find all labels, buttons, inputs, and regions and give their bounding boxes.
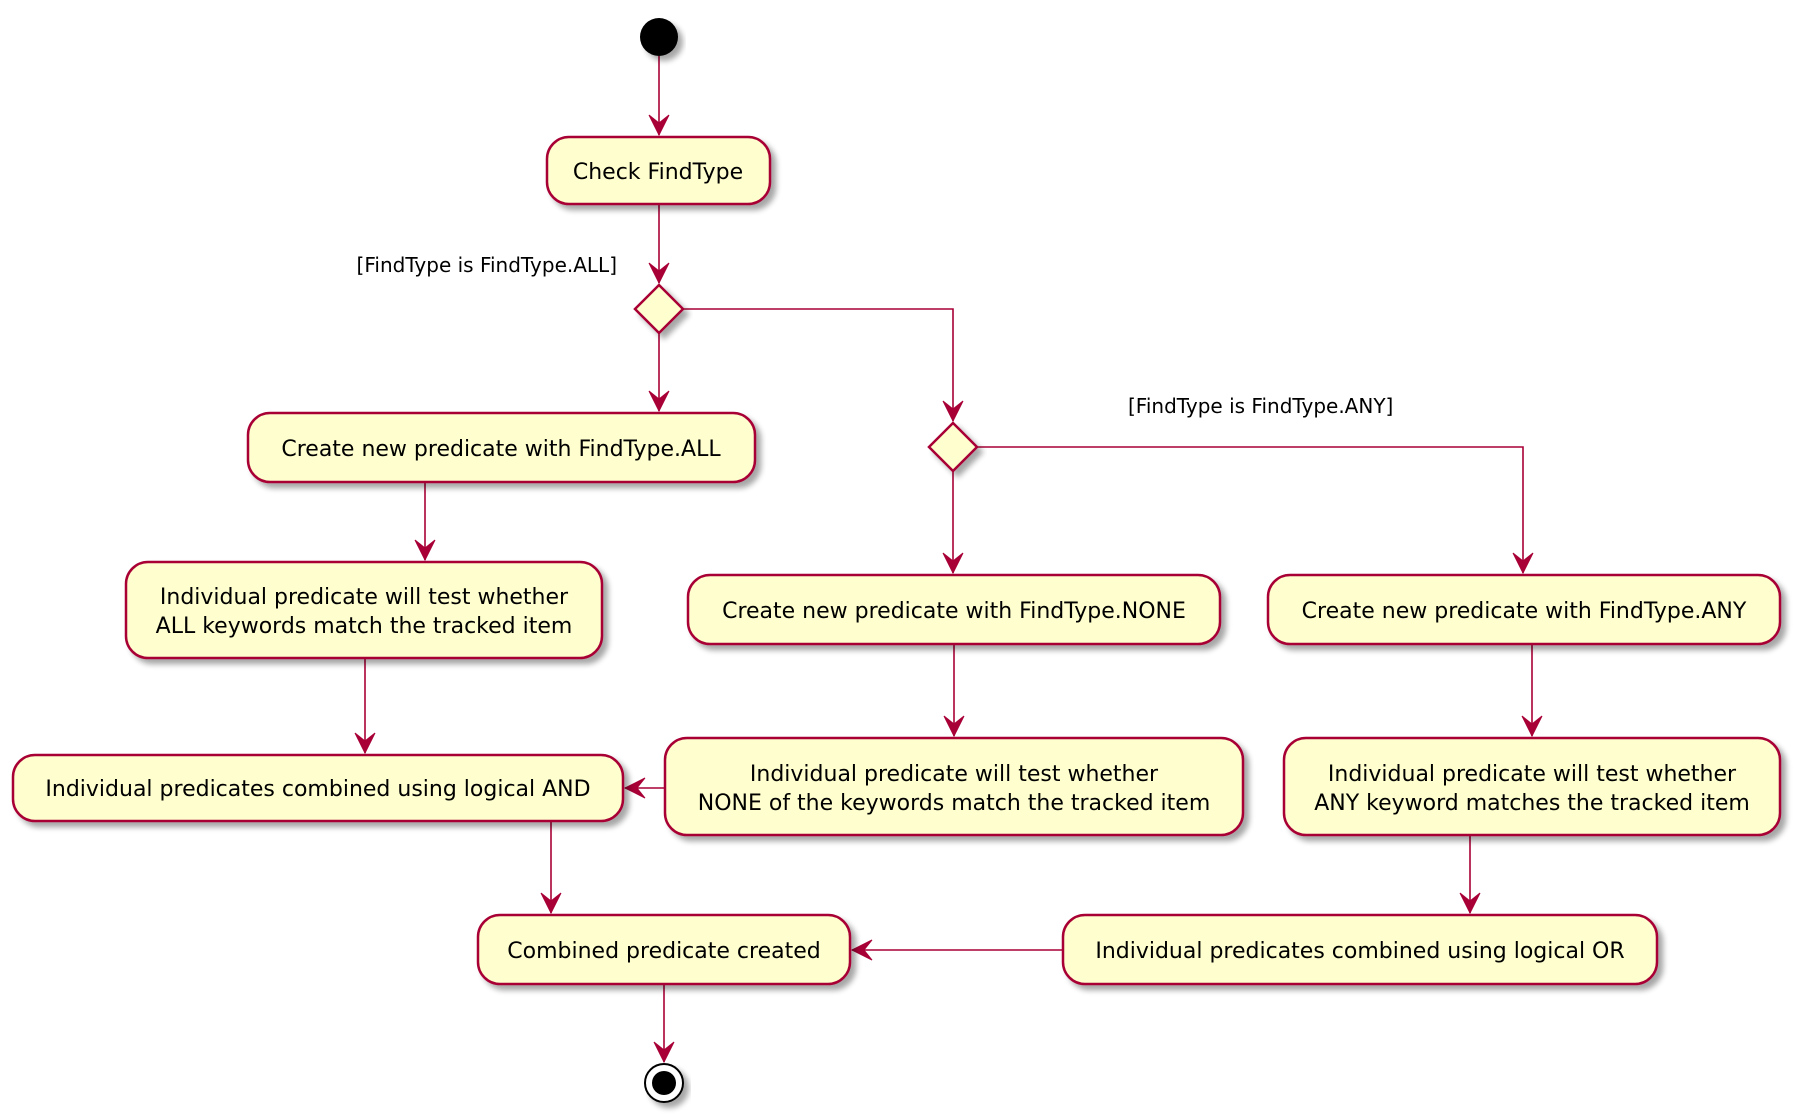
action-label: Individual predicates combined using log… [45,777,590,802]
action-label-line1: Individual predicate will test whether [1328,762,1737,787]
action-create-all: Create new predicate with FindType.ALL [246,411,757,484]
action-combined-created: Combined predicate created [476,913,852,986]
action-label: Individual predicates combined using log… [1095,939,1624,964]
action-label-line1: Individual predicate will test whether [750,762,1159,787]
end-node-icon [644,1063,684,1103]
decision-diamond-2 [927,421,979,473]
edge-decision2-create-any [977,446,1524,573]
start-node-icon [640,18,678,56]
action-combine-or: Individual predicates combined using log… [1061,913,1659,986]
action-combine-and: Individual predicates combined using log… [11,753,625,823]
guard-label-all: [FindType is FindType.ALL] [357,253,617,277]
action-create-none: Create new predicate with FindType.NONE [686,573,1222,646]
action-test-none: Individual predicate will test whether N… [663,736,1245,837]
edges [354,56,1543,1064]
action-label: Combined predicate created [507,939,820,964]
action-label-line2: ANY keyword matches the tracked item [1314,791,1750,816]
action-label-line1: Individual predicate will test whether [160,585,569,610]
action-label-line2: ALL keywords match the tracked item [156,614,573,639]
action-create-any: Create new predicate with FindType.ANY [1266,573,1782,646]
action-label: Check FindType [573,160,743,185]
action-test-any: Individual predicate will test whether A… [1282,736,1782,837]
action-check-findtype: Check FindType [545,135,772,206]
activity-diagram: Check FindType [FindType is FindType.ALL… [11,18,1782,1103]
edge-decision1-decision2 [683,308,954,421]
action-label: Create new predicate with FindType.ALL [281,437,721,462]
guard-label-any: [FindType is FindType.ANY] [1128,394,1393,418]
action-label: Create new predicate with FindType.ANY [1302,599,1747,624]
action-label-line2: NONE of the keywords match the tracked i… [698,791,1211,816]
decision-diamond-1 [633,283,685,335]
action-test-all: Individual predicate will test whether A… [124,560,604,660]
action-label: Create new predicate with FindType.NONE [722,599,1186,624]
